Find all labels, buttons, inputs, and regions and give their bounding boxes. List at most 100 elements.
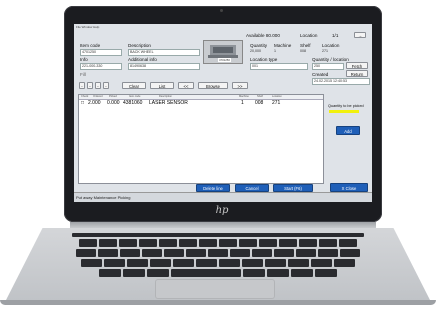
cancel-button[interactable]: Cancel <box>235 184 269 192</box>
page-next-button[interactable]: → <box>354 32 366 38</box>
keyboard-key <box>219 259 240 267</box>
column-header: Ordered <box>93 95 103 98</box>
keyboard-key <box>79 239 97 247</box>
keyboard-key <box>76 249 96 257</box>
qty-location-value: 250 <box>314 64 320 68</box>
page-indicator: 1/1 <box>332 33 339 38</box>
item-code-label: Item code <box>80 43 101 48</box>
stock-location-value: 271 <box>322 49 328 53</box>
keyboard-key <box>173 259 194 267</box>
column-header: Picked <box>109 95 117 98</box>
list-button[interactable]: List <box>150 82 174 89</box>
laptop-base-edge <box>0 300 436 305</box>
cell-ordered: 2.000 <box>88 100 101 106</box>
status-text: Put away Maintenance Picking <box>76 195 131 200</box>
info-field[interactable]: 221-000-330 <box>80 63 122 70</box>
start-button[interactable]: Start (F6) <box>273 184 313 192</box>
column-header: Item code <box>129 95 141 98</box>
shelf-label: Shelf <box>300 43 311 48</box>
keyboard-key <box>99 269 121 277</box>
keyboard-key <box>120 249 140 257</box>
qty-to-pick-label: Quantity to be picked <box>328 104 364 108</box>
keyboard-key <box>196 259 217 267</box>
keyboard-key <box>99 239 117 247</box>
cell-shelf: 008 <box>255 100 264 106</box>
close-button[interactable]: X Close <box>330 183 368 192</box>
cell-item-code: 4381060 <box>123 100 143 106</box>
product-image-caption: 4701250 <box>218 58 231 62</box>
minus-button-3[interactable]: - <box>95 82 101 89</box>
keyboard-key <box>164 249 184 257</box>
minus-button-4[interactable]: - <box>103 82 109 89</box>
column-header: Machine <box>239 95 249 98</box>
keyboard-key <box>219 239 237 247</box>
fetch-button[interactable]: Fetch <box>346 62 368 69</box>
item-code-field[interactable]: 4701250 <box>80 49 122 56</box>
additional-info-label: Additional info <box>128 57 157 62</box>
keyboard-key <box>339 239 357 247</box>
summary-location-label: Location <box>300 33 318 38</box>
description-field[interactable]: BACK WHEEL <box>128 49 200 56</box>
return-button[interactable]: Return <box>346 70 368 77</box>
keyboard-key <box>274 249 294 257</box>
add-button[interactable]: Add <box>336 126 360 135</box>
available-label: Available 80.000 <box>246 33 280 38</box>
row-checkbox[interactable]: □ <box>81 100 84 106</box>
browse-next-button[interactable]: >> <box>232 82 248 89</box>
picking-table[interactable]: Check Ordered Picked Item code Descripti… <box>78 94 324 184</box>
hp-logo: hp <box>215 205 229 216</box>
machine-value: 1 <box>274 49 276 53</box>
keyboard-key <box>179 239 197 247</box>
keyboard-key <box>265 259 286 267</box>
info-value: 221-000-330 <box>82 64 103 68</box>
keyboard-key <box>318 249 338 257</box>
shelf-value: 008 <box>300 49 306 53</box>
stock-location-label: Location <box>322 43 340 48</box>
location-type-value: 001 <box>252 64 258 68</box>
column-header: Shelf <box>257 95 263 98</box>
quantity-value: 20,000 <box>250 49 261 53</box>
qty-to-pick-field[interactable] <box>329 110 359 113</box>
minus-button-2[interactable]: - <box>87 82 93 89</box>
keyboard-key <box>81 259 102 267</box>
keyboard-key <box>159 239 177 247</box>
cell-picked: 0.000 <box>107 100 120 106</box>
keyboard-key <box>242 259 263 267</box>
fill-checkbox[interactable]: Fill <box>80 72 86 77</box>
qty-location-label: Quantity / location <box>312 57 349 62</box>
keyboard-key <box>296 249 316 257</box>
qty-location-field[interactable]: 250 <box>312 63 344 70</box>
keyboard-key <box>104 259 125 267</box>
description-value: BACK WHEEL <box>130 50 154 54</box>
screen: File Window Help Available 80.000 Locati… <box>74 24 372 202</box>
created-field: 24.02.2015 12:40:53 <box>312 78 370 85</box>
keyboard-key <box>259 239 277 247</box>
keyboard-key <box>98 249 118 257</box>
created-value: 24.02.2015 12:40:53 <box>314 79 347 83</box>
product-image: 4701250 <box>203 40 243 64</box>
keyboard-key <box>299 239 317 247</box>
menu-bar[interactable]: File Window Help <box>76 25 99 29</box>
clear-button[interactable]: Clear <box>122 82 146 89</box>
keyboard-key <box>239 239 257 247</box>
keyboard-key <box>243 269 265 277</box>
delete-line-button[interactable]: Delete line <box>196 184 230 192</box>
browse-button[interactable]: Browse <box>198 82 228 89</box>
browse-prev-button[interactable]: << <box>178 82 194 89</box>
laptop-hinge <box>70 222 376 228</box>
column-header: Check <box>81 95 89 98</box>
column-header: Description <box>159 95 172 98</box>
column-header: Location <box>272 95 282 98</box>
keyboard-key <box>279 239 297 247</box>
cell-description: LASER SENSOR <box>149 100 188 106</box>
additional-info-value: 81490638 <box>130 64 146 68</box>
description-label: Description <box>128 43 151 48</box>
location-type-field[interactable]: 001 <box>250 63 308 70</box>
keyboard-key <box>150 259 171 267</box>
status-bar: Put away Maintenance Picking <box>74 192 372 202</box>
keyboard-key <box>199 239 217 247</box>
minus-button-1[interactable]: - <box>79 82 85 89</box>
quantity-label: Quantity <box>250 43 268 48</box>
additional-info-field[interactable]: 81490638 <box>128 63 200 70</box>
keyboard-key <box>230 249 250 257</box>
